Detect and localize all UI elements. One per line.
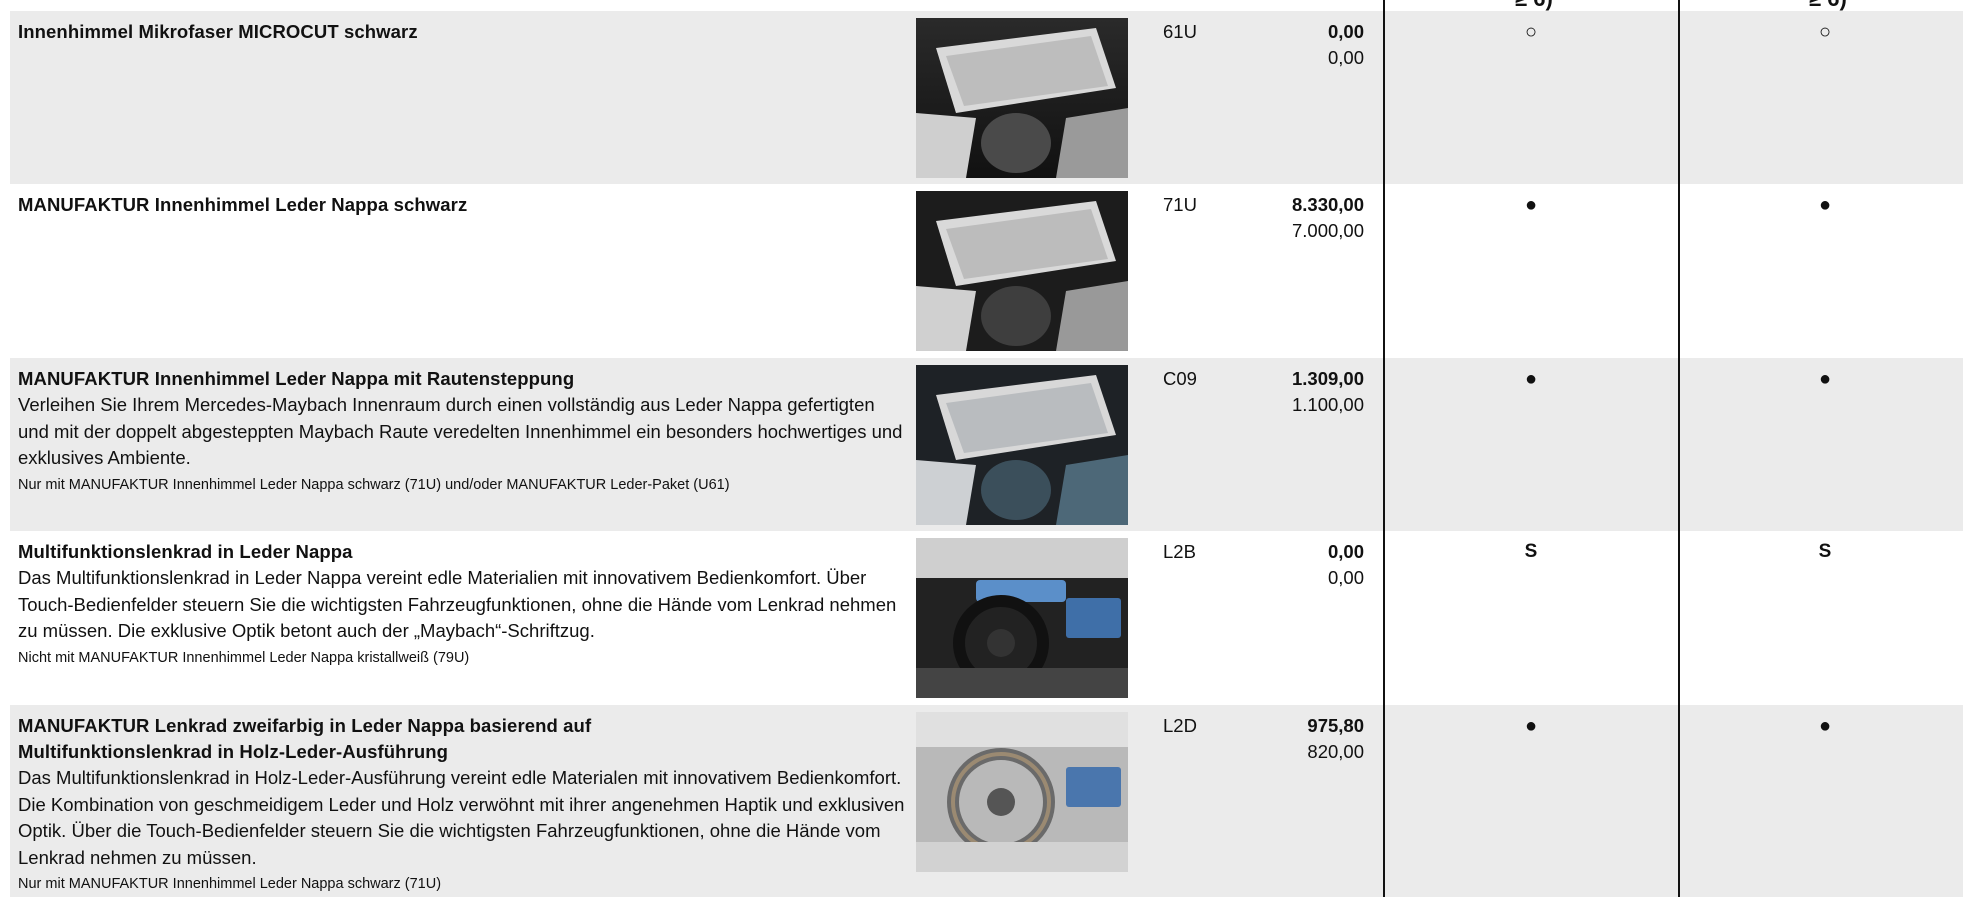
price-gross: 1.309,00 <box>1291 368 1364 389</box>
option-price: 0,00 0,00 <box>1190 19 1364 71</box>
option-text: Multifunktionslenkrad in Leder Nappa Das… <box>18 539 908 669</box>
availability-mark-col1: S <box>1524 541 1538 562</box>
option-title: Innenhimmel Mikrofaser MICROCUT schwarz <box>18 21 418 42</box>
price-gross: 975,80 <box>1307 715 1364 736</box>
option-title: MANUFAKTUR Lenkrad zweifarbig in Leder N… <box>18 715 592 762</box>
option-price: 975,80 820,00 <box>1190 713 1364 765</box>
column-divider <box>1383 0 1385 897</box>
option-note: Nicht mit MANUFAKTUR Innenhimmel Leder N… <box>18 649 470 666</box>
option-description: Das Multifunktionslenkrad in Leder Nappa… <box>18 567 897 641</box>
price-net: 820,00 <box>1307 741 1364 762</box>
price-gross: 0,00 <box>1327 21 1364 42</box>
availability-mark-col1: ● <box>1524 368 1538 390</box>
option-description: Verleihen Sie Ihrem Mercedes-Maybach Inn… <box>18 394 903 468</box>
option-text: Innenhimmel Mikrofaser MICROCUT schwarz <box>18 19 908 45</box>
option-title: MANUFAKTUR Innenhimmel Leder Nappa schwa… <box>18 194 468 215</box>
column-divider <box>1678 0 1680 897</box>
availability-mark-col1: ○ <box>1524 21 1538 43</box>
option-price: 0,00 0,00 <box>1190 539 1364 591</box>
option-price: 8.330,00 7.000,00 <box>1190 192 1364 244</box>
availability-mark-col1: ● <box>1524 715 1538 737</box>
price-net: 0,00 <box>1327 567 1364 588</box>
option-row: MANUFAKTUR Innenhimmel Leder Nappa mit R… <box>10 358 1963 531</box>
option-title: Multifunktionslenkrad in Leder Nappa <box>18 541 353 562</box>
price-net: 0,00 <box>1327 47 1364 68</box>
option-row: MANUFAKTUR Lenkrad zweifarbig in Leder N… <box>10 705 1963 897</box>
availability-mark-col2: S <box>1818 541 1832 562</box>
option-title: MANUFAKTUR Innenhimmel Leder Nappa mit R… <box>18 368 575 389</box>
option-image <box>916 538 1128 698</box>
availability-mark-col2: ● <box>1818 715 1832 737</box>
availability-mark-col2: ● <box>1818 194 1832 216</box>
availability-mark-col1: ● <box>1524 194 1538 216</box>
option-note: Nur mit MANUFAKTUR Innenhimmel Leder Nap… <box>18 876 442 892</box>
option-text: MANUFAKTUR Lenkrad zweifarbig in Leder N… <box>18 713 908 895</box>
price-gross: 0,00 <box>1327 541 1364 562</box>
option-price: 1.309,00 1.100,00 <box>1190 366 1364 418</box>
option-description: Das Multifunktionslenkrad in Holz-Leder-… <box>18 767 905 868</box>
option-image <box>916 18 1128 178</box>
option-text: MANUFAKTUR Innenhimmel Leder Nappa mit R… <box>18 366 908 496</box>
option-image <box>916 365 1128 525</box>
option-row: Multifunktionslenkrad in Leder Nappa Das… <box>10 531 1963 705</box>
option-image <box>916 191 1128 351</box>
price-net: 1.100,00 <box>1291 394 1364 415</box>
availability-mark-col2: ○ <box>1818 21 1832 43</box>
price-gross: 8.330,00 <box>1291 194 1364 215</box>
price-net: 7.000,00 <box>1291 220 1364 241</box>
option-text: MANUFAKTUR Innenhimmel Leder Nappa schwa… <box>18 192 908 218</box>
option-note: Nur mit MANUFAKTUR Innenhimmel Leder Nap… <box>18 476 730 493</box>
option-row: Innenhimmel Mikrofaser MICROCUT schwarz … <box>10 11 1963 184</box>
option-image <box>916 712 1128 872</box>
option-row: MANUFAKTUR Innenhimmel Leder Nappa schwa… <box>10 184 1963 358</box>
availability-mark-col2: ● <box>1818 368 1832 390</box>
